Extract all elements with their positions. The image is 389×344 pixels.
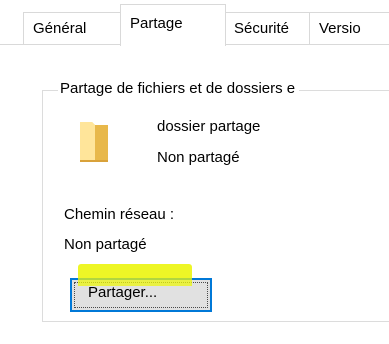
tab-versions[interactable]: Versio [309, 12, 389, 45]
tab-label: Général [33, 20, 87, 37]
tab-label: Sécurité [234, 20, 290, 37]
tab-securite[interactable]: Sécurité [224, 12, 310, 45]
network-path-value: Non partagé [64, 236, 147, 253]
share-button-label: Partager... [88, 284, 158, 301]
tab-label: Versio [319, 20, 361, 37]
share-button[interactable]: Partager... [70, 278, 212, 312]
sharing-group-title: Partage de fichiers et de dossiers e [58, 79, 300, 99]
folder-name: dossier partage [157, 118, 261, 135]
network-path-label: Chemin réseau : [64, 206, 175, 223]
tab-label: Partage [130, 15, 183, 32]
tab-general[interactable]: Général [23, 12, 124, 45]
folder-share-status: Non partagé [157, 149, 240, 166]
tab-strip: Général Sécurité Versio Partage [0, 0, 389, 46]
tab-partage[interactable]: Partage [120, 4, 226, 46]
folder-icon [80, 122, 108, 162]
